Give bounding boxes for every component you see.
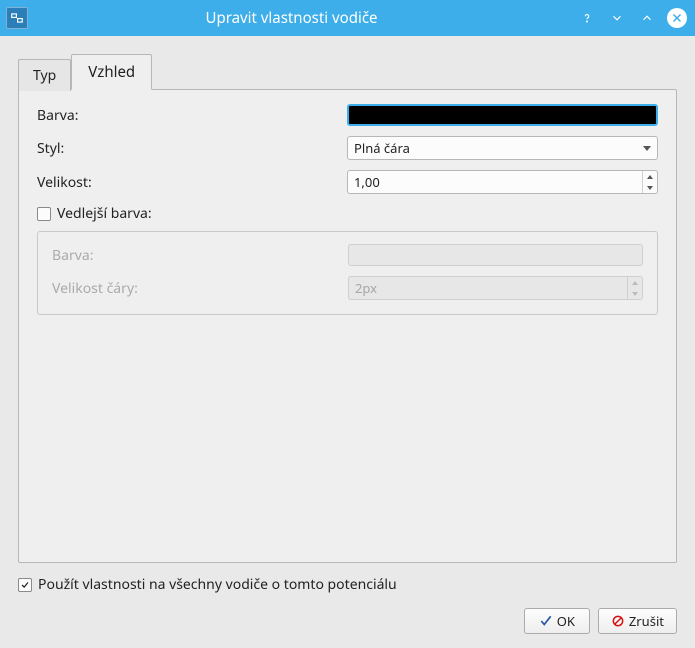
arrow-down-icon: [647, 186, 653, 190]
style-combobox[interactable]: Plná čára: [347, 136, 658, 160]
spacer: [37, 325, 658, 544]
arrow-down-icon: [632, 292, 638, 296]
spin-down-button[interactable]: [643, 182, 657, 193]
apply-all-checkbox-row[interactable]: Použít vlastnosti na všechny vodiče o to…: [18, 575, 677, 594]
row-secondary-linewidth: Velikost čáry: 2px: [52, 276, 643, 300]
window-buttons: [577, 8, 687, 28]
apply-all-checkbox[interactable]: [18, 578, 32, 592]
arrow-up-icon: [632, 281, 638, 285]
tab-vzhled[interactable]: Vzhled: [71, 54, 152, 90]
row-size: Velikost: 1,00: [37, 170, 658, 194]
tab-panel-vzhled: Barva: Styl: Plná čára Velikost: 1,00: [18, 89, 677, 563]
apply-all-label: Použít vlastnosti na všechny vodiče o to…: [38, 575, 397, 594]
secondary-group: Barva: Velikost čáry: 2px: [37, 231, 658, 315]
label-secondary-color: Barva:: [52, 246, 348, 265]
label-size: Velikost:: [37, 173, 347, 192]
arrow-up-icon: [647, 175, 653, 179]
label-style: Styl:: [37, 139, 347, 158]
label-color: Barva:: [37, 106, 347, 125]
secondary-linewidth-spinbox: 2px: [348, 276, 643, 300]
size-value: 1,00: [354, 173, 642, 191]
help-button[interactable]: [577, 8, 597, 28]
color-swatch[interactable]: [347, 104, 658, 126]
tab-typ[interactable]: Typ: [18, 59, 71, 91]
secondary-color-swatch: [348, 244, 643, 266]
secondary-color-checkbox[interactable]: [37, 207, 51, 221]
row-color: Barva:: [37, 104, 658, 126]
style-value: Plná čára: [354, 139, 643, 157]
cancel-label: Zrušit: [629, 612, 664, 630]
spin-down-button: [628, 288, 642, 299]
maximize-button[interactable]: [637, 8, 657, 28]
cancel-icon: [611, 614, 625, 628]
secondary-linewidth-value: 2px: [355, 279, 627, 297]
secondary-color-checkbox-row[interactable]: Vedlejší barva:: [37, 204, 658, 223]
spin-buttons: [627, 277, 642, 299]
label-secondary-linewidth: Velikost čáry:: [52, 279, 348, 298]
chevron-down-icon: [643, 146, 651, 151]
dialog-button-row: OK Zrušit: [18, 608, 677, 634]
spin-buttons: [642, 171, 657, 193]
close-button[interactable]: [667, 8, 687, 28]
spin-up-button: [628, 277, 642, 288]
row-style: Styl: Plná čára: [37, 136, 658, 160]
row-secondary-color: Barva:: [52, 244, 643, 266]
tab-bar: Typ Vzhled: [18, 54, 677, 90]
titlebar: Upravit vlastnosti vodiče: [0, 0, 695, 36]
secondary-color-label: Vedlejší barva:: [57, 204, 152, 223]
spin-up-button[interactable]: [643, 171, 657, 182]
cancel-button[interactable]: Zrušit: [598, 608, 677, 634]
check-icon: [539, 614, 553, 628]
ok-label: OK: [557, 612, 575, 630]
window-body: Typ Vzhled Barva: Styl: Plná čára Veliko…: [0, 36, 695, 648]
ok-button[interactable]: OK: [524, 608, 590, 634]
window-title: Upravit vlastnosti vodiče: [6, 8, 577, 28]
minimize-button[interactable]: [607, 8, 627, 28]
size-spinbox[interactable]: 1,00: [347, 170, 658, 194]
